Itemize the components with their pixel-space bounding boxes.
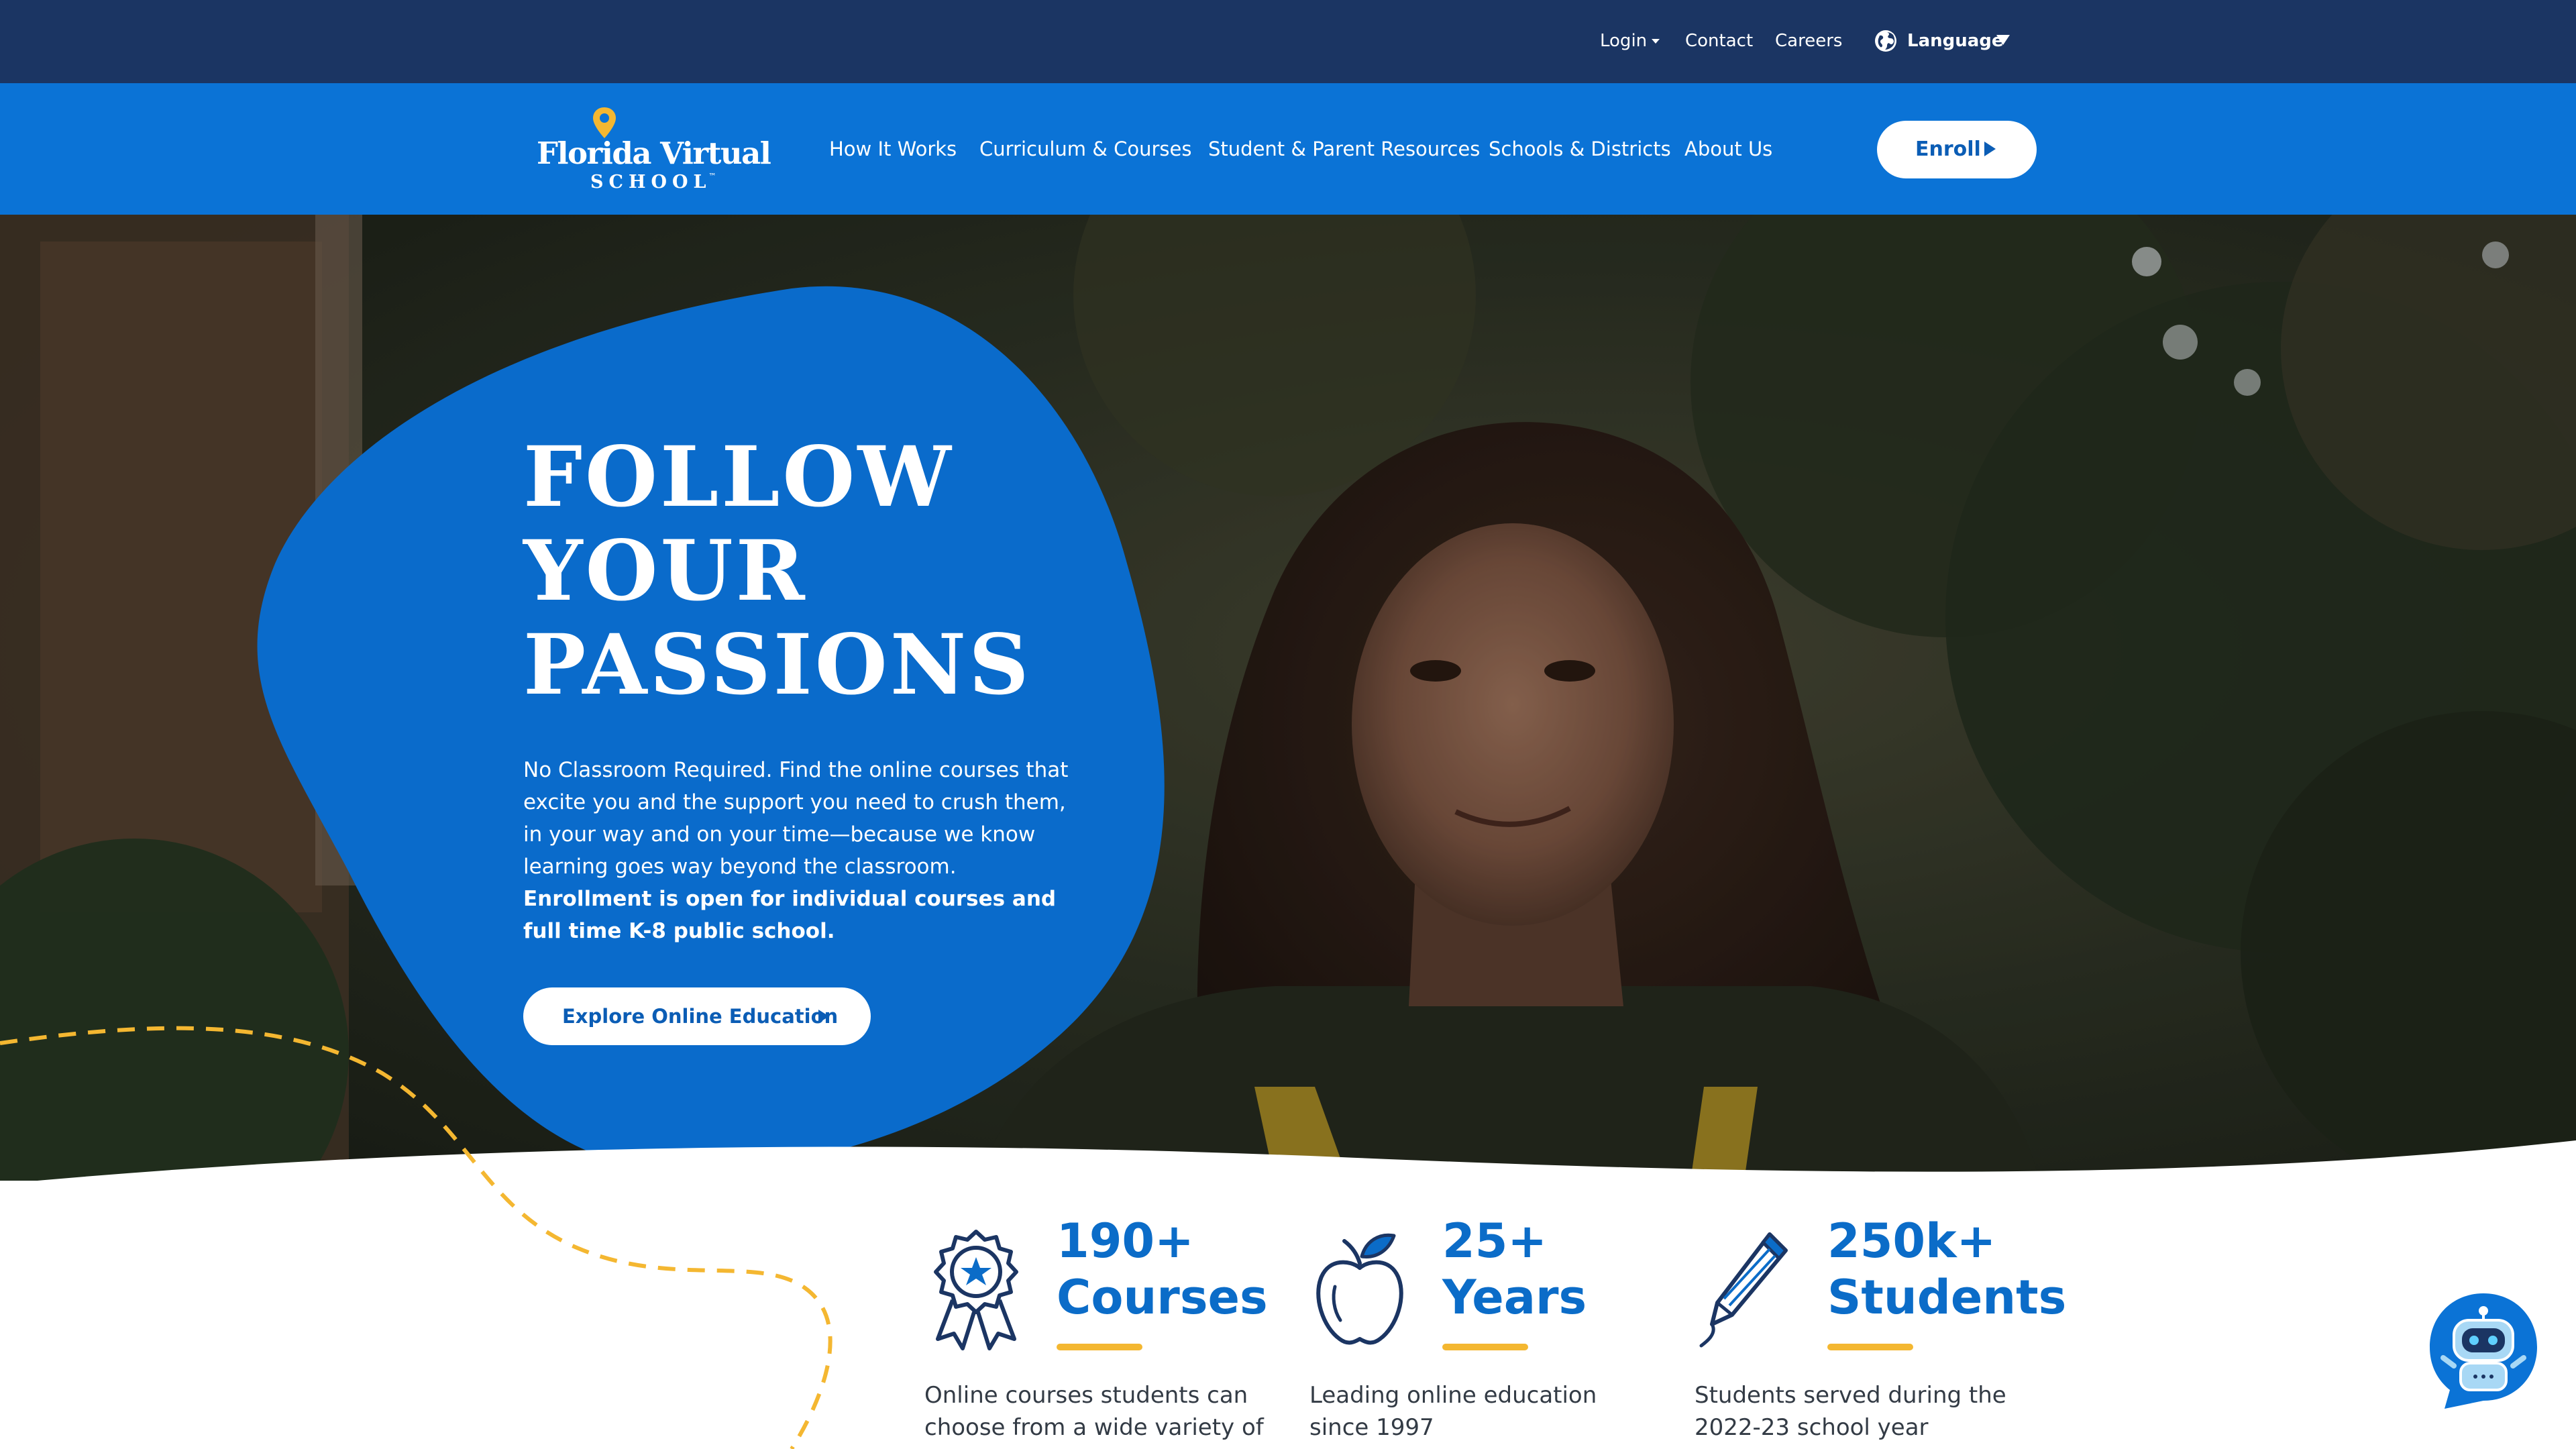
globe-icon[interactable] [1874,29,1898,53]
explore-online-education-button[interactable]: Explore Online Education [523,987,871,1045]
stat-students-unit: Students [1827,1270,2067,1325]
stat-courses-unit: Courses [1057,1270,1268,1325]
stat-years-description: Leading online education since 1997 [1309,1382,1597,1441]
stat-accent-bar [1442,1344,1528,1350]
utility-bar: Login Contact Careers Language [0,0,2576,83]
nav-student-parent-resources[interactable]: Student & Parent Resources [1208,136,1480,162]
stat-years-unit: Years [1442,1270,1587,1325]
stat-accent-bar [1057,1344,1142,1350]
nav-curriculum-courses[interactable]: Curriculum & Courses [979,136,1191,162]
enroll-button[interactable]: Enroll [1877,121,2037,178]
enroll-button-label: Enroll [1915,138,1981,161]
explore-button-label: Explore Online Education [562,1005,839,1028]
login-link[interactable]: Login [1600,30,1647,52]
stat-years-number: 25+ [1442,1214,1548,1269]
stat-accent-bar [1827,1344,1913,1350]
main-nav: Florida Virtual SCHOOL ™ How It Works Cu… [0,83,2576,215]
chatbot-icon[interactable] [2427,1291,2540,1411]
logo-trademark: ™ [708,172,716,181]
hero-title-line: YOUR [523,523,808,620]
hero-enrollment-note: Enrollment is open for individual course… [523,887,1057,943]
stat-courses-number: 190+ [1057,1214,1194,1269]
hero-title: FOLLOW YOUR PASSIONS [523,431,1032,712]
stat-courses-description: Online courses students can choose from … [924,1382,1264,1441]
play-arrow-icon [1984,142,1996,156]
logo-wordmark: Florida Virtual [537,136,771,171]
award-ribbon-icon [934,1230,1018,1350]
hero-description: No Classroom Required. Find the online c… [523,758,1069,879]
play-arrow-icon [818,1010,829,1023]
login-caret-icon[interactable] [1652,39,1660,44]
hero-title-line: FOLLOW [523,429,954,526]
nav-schools-districts[interactable]: Schools & Districts [1489,136,1671,162]
pencil-icon [1699,1232,1788,1348]
nav-how-it-works[interactable]: How It Works [829,136,957,162]
hero-title-line: PASSIONS [523,616,1032,714]
logo-subtitle: SCHOOL [590,172,712,193]
language-selector[interactable]: Language [1907,30,2004,52]
stat-students-number: 250k+ [1827,1214,1996,1269]
stat-students-description: Students served during the 2022-23 schoo… [1695,1382,2006,1441]
apple-icon [1316,1233,1403,1345]
language-caret-icon[interactable] [1996,35,2010,45]
careers-link[interactable]: Careers [1775,30,1842,52]
hero-section: FOLLOW YOUR PASSIONS No Classroom Requir… [0,215,2576,1181]
hero-blob [257,286,1165,1171]
nav-about-us[interactable]: About Us [1684,136,1772,162]
fvs-logo[interactable]: Florida Virtual SCHOOL ™ [537,106,771,193]
contact-link[interactable]: Contact [1685,30,1753,52]
